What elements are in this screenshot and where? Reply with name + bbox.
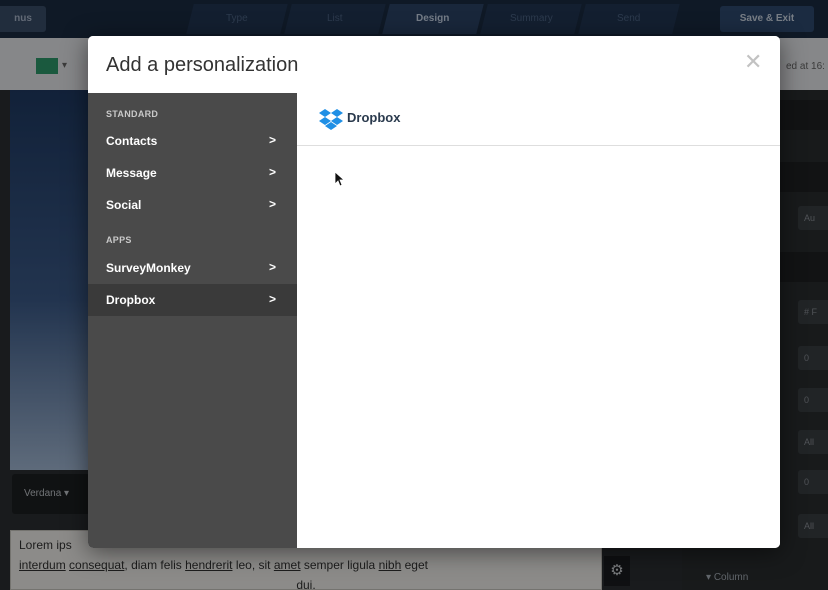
sidebar-item-label: Social bbox=[106, 198, 142, 212]
sidebar-item-social[interactable]: Social > bbox=[88, 189, 297, 221]
app-title: Dropbox bbox=[347, 110, 401, 125]
sidebar-item-surveymonkey[interactable]: SurveyMonkey > bbox=[88, 252, 297, 284]
personalization-content: Dropbox bbox=[297, 93, 780, 548]
sidebar-item-message[interactable]: Message > bbox=[88, 157, 297, 189]
app-header: Dropbox bbox=[297, 93, 780, 146]
sidebar-item-label: Message bbox=[106, 166, 157, 180]
sidebar-item-label: SurveyMonkey bbox=[106, 261, 191, 275]
sidebar-item-contacts[interactable]: Contacts > bbox=[88, 125, 297, 157]
personalization-sidebar: STANDARD Contacts > Message > Social > A… bbox=[88, 93, 297, 548]
modal-title: Add a personalization bbox=[106, 54, 299, 76]
chevron-right-icon: > bbox=[269, 133, 277, 147]
sidebar-item-label: Contacts bbox=[106, 134, 158, 148]
section-label-standard: STANDARD bbox=[106, 109, 159, 119]
chevron-right-icon: > bbox=[269, 260, 277, 274]
dropbox-icon bbox=[319, 109, 343, 130]
personalization-modal: Add a personalization ✕ STANDARD Contact… bbox=[88, 36, 780, 548]
section-label-apps: APPS bbox=[106, 235, 132, 245]
sidebar-item-label: Dropbox bbox=[106, 293, 156, 307]
close-icon[interactable]: ✕ bbox=[744, 50, 762, 74]
sidebar-item-dropbox[interactable]: Dropbox > bbox=[88, 284, 297, 316]
modal-header: Add a personalization ✕ bbox=[88, 36, 780, 93]
chevron-right-icon: > bbox=[269, 165, 277, 179]
chevron-right-icon: > bbox=[269, 197, 277, 211]
mouse-cursor-icon bbox=[334, 171, 346, 187]
chevron-right-icon: > bbox=[269, 292, 277, 306]
